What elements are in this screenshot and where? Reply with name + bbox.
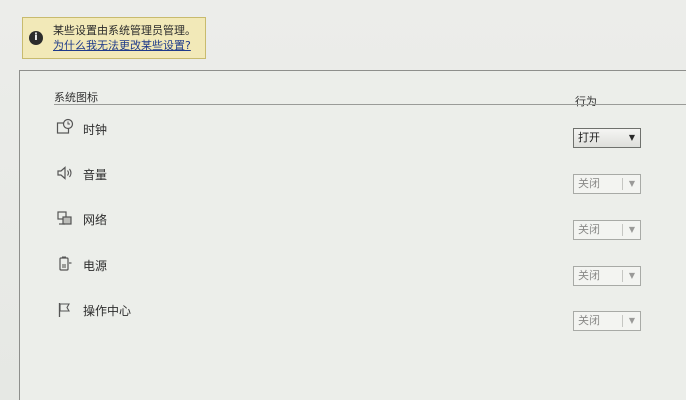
select-divider bbox=[622, 224, 623, 236]
row-label-action-center: 操作中心 bbox=[83, 304, 132, 318]
action-center-behavior-value: 关闭 bbox=[578, 314, 600, 327]
power-icon bbox=[59, 256, 72, 271]
chevron-down-icon: ▼ bbox=[628, 225, 635, 234]
speaker-icon bbox=[57, 166, 72, 180]
chevron-down-icon: ▼ bbox=[628, 316, 635, 325]
system-icons-panel: 系统图标 行为 时钟 打开 ▼ 音量 关闭 ▼ 网络 关闭 ▼ 电源 关闭 ▼ … bbox=[19, 70, 686, 400]
admin-notice-banner: i 某些设置由系统管理员管理。 为什么我无法更改某些设置? bbox=[22, 17, 206, 59]
flag-icon bbox=[58, 303, 70, 317]
volume-behavior-value: 关闭 bbox=[578, 177, 600, 190]
network-icon bbox=[57, 211, 72, 225]
power-behavior-value: 关闭 bbox=[578, 269, 600, 282]
network-behavior-select[interactable]: 关闭 ▼ bbox=[573, 220, 641, 240]
chevron-down-icon: ▼ bbox=[628, 271, 635, 280]
why-cant-change-link[interactable]: 为什么我无法更改某些设置? bbox=[53, 38, 191, 53]
select-divider bbox=[622, 315, 623, 327]
chevron-down-icon: ▼ bbox=[628, 133, 635, 142]
clock-behavior-select[interactable]: 打开 ▼ bbox=[573, 128, 641, 148]
header-divider bbox=[54, 104, 686, 105]
row-label-clock: 时钟 bbox=[83, 123, 108, 137]
notification-icons-settings: i 某些设置由系统管理员管理。 为什么我无法更改某些设置? 系统图标 行为 时钟… bbox=[0, 0, 686, 400]
power-behavior-select[interactable]: 关闭 ▼ bbox=[573, 266, 641, 286]
select-divider bbox=[622, 178, 623, 190]
info-icon: i bbox=[29, 31, 43, 45]
row-label-volume: 音量 bbox=[83, 168, 108, 182]
row-label-power: 电源 bbox=[83, 259, 108, 273]
column-header-behavior: 行为 bbox=[575, 95, 597, 108]
clock-icon bbox=[56, 118, 74, 134]
volume-behavior-select[interactable]: 关闭 ▼ bbox=[573, 174, 641, 194]
action-center-behavior-select[interactable]: 关闭 ▼ bbox=[573, 311, 641, 331]
row-label-network: 网络 bbox=[83, 213, 108, 227]
admin-notice-text: 某些设置由系统管理员管理。 bbox=[53, 24, 196, 37]
clock-behavior-value: 打开 bbox=[578, 131, 600, 144]
select-divider bbox=[622, 270, 623, 282]
network-behavior-value: 关闭 bbox=[578, 223, 600, 236]
chevron-down-icon: ▼ bbox=[628, 179, 635, 188]
column-header-system-icons: 系统图标 bbox=[54, 91, 98, 104]
